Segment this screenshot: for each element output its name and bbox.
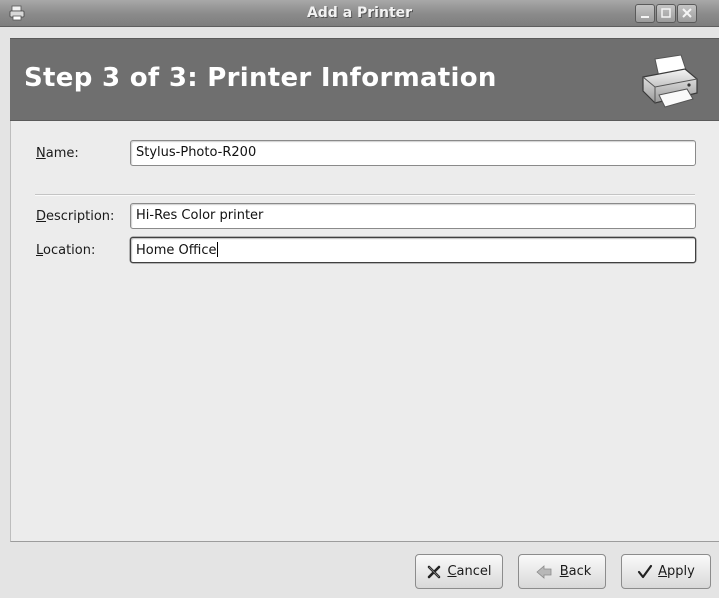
cancel-label: Cancel [447,564,492,579]
form-panel: Name: Stylus-Photo-R200 Description: Hi-… [10,121,719,542]
minimize-icon [641,16,649,18]
minimize-button[interactable] [635,4,655,23]
name-label: Name: [36,146,79,161]
window-titlebar[interactable]: Add a Printer [0,0,719,27]
cancel-x-icon [428,565,441,578]
back-label: Back [559,564,592,579]
text-cursor [217,242,219,257]
location-label: Location: [36,243,96,258]
step-title: Step 3 of 3: Printer Information [24,63,497,93]
location-field[interactable]: Home Office [130,237,696,263]
printer-icon [642,54,698,108]
description-field[interactable]: Hi-Res Color printer [130,203,696,229]
name-field[interactable]: Stylus-Photo-R200 [130,140,696,166]
close-button[interactable] [677,4,697,23]
checkmark-icon [638,564,653,578]
cancel-button[interactable]: Cancel [415,554,503,589]
back-button[interactable]: Back [518,554,606,589]
description-label: Description: [36,209,115,224]
maximize-icon [661,8,671,18]
maximize-button[interactable] [656,4,676,23]
back-arrow-icon [536,564,552,579]
separator [35,194,695,196]
apply-button[interactable]: Apply [621,554,711,589]
window-title: Add a Printer [306,5,413,21]
close-icon [682,8,692,18]
apply-label: Apply [658,564,695,579]
step-header-banner: Step 3 of 3: Printer Information [10,38,719,121]
